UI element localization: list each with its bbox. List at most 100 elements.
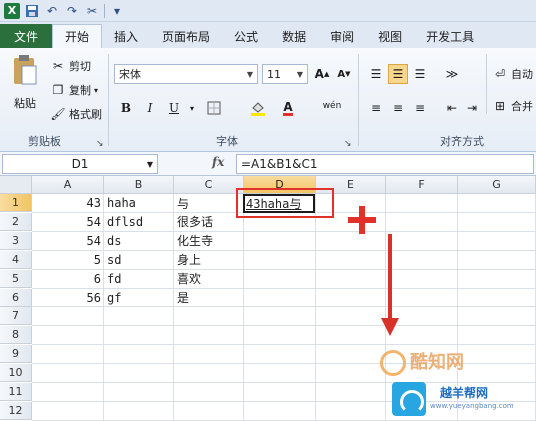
cell-b2[interactable]: dflsd xyxy=(104,213,174,231)
wrap-text-icon: ⏎ xyxy=(494,67,506,81)
row-header-1[interactable]: 1 xyxy=(0,194,32,212)
alignment-group-label: 对齐方式 xyxy=(440,135,484,148)
cell-b3[interactable]: ds xyxy=(104,232,174,250)
cell-c5[interactable]: 喜欢 xyxy=(174,270,244,288)
grid-row-line xyxy=(32,344,536,346)
orientation-icon[interactable]: ≫ xyxy=(442,64,462,84)
paste-button[interactable]: 粘贴 xyxy=(8,54,42,111)
row-header-3[interactable]: 3 xyxy=(0,231,32,250)
cell-b5[interactable]: fd xyxy=(104,270,174,288)
formula-input[interactable]: =A1&B1&C1 xyxy=(236,154,534,174)
column-header-f[interactable]: F xyxy=(386,176,458,194)
name-box[interactable]: D1 ▼ xyxy=(2,154,158,174)
row-header-4[interactable]: 4 xyxy=(0,250,32,269)
row-header-11[interactable]: 11 xyxy=(0,383,32,401)
cell-a4[interactable]: 5 xyxy=(32,251,104,269)
save-icon[interactable] xyxy=(24,3,40,19)
cell-a3[interactable]: 54 xyxy=(32,232,104,250)
borders-icon[interactable] xyxy=(204,98,224,118)
cell-c4[interactable]: 身上 xyxy=(174,251,244,269)
group-separator xyxy=(358,54,359,146)
row-header-5[interactable]: 5 xyxy=(0,269,32,288)
cell-b4[interactable]: sd xyxy=(104,251,174,269)
shrink-font-icon[interactable]: A ▼ xyxy=(334,64,354,84)
cell-c3[interactable]: 化生寺 xyxy=(174,232,244,250)
cell-b1[interactable]: haha xyxy=(104,194,174,212)
select-all-corner[interactable] xyxy=(0,176,32,194)
tab-home[interactable]: 开始 xyxy=(52,24,103,48)
grid-row-line xyxy=(32,325,536,327)
copy-dropdown-icon[interactable]: ▾ xyxy=(94,86,98,95)
font-color-button[interactable]: A xyxy=(278,98,298,118)
row-header-10[interactable]: 10 xyxy=(0,364,32,383)
cell-a6[interactable]: 56 xyxy=(32,289,104,307)
row-header-2[interactable]: 2 xyxy=(0,212,32,231)
increase-indent-icon[interactable]: ⇥ xyxy=(462,98,482,118)
column-header-b[interactable]: B xyxy=(104,176,174,194)
clipboard-dialog-launcher-icon[interactable]: ↘ xyxy=(96,139,104,149)
grow-font-icon[interactable]: A ▲ xyxy=(312,64,332,84)
annotation-red-box xyxy=(236,188,334,218)
row-header-7[interactable]: 7 xyxy=(0,307,32,326)
phonetic-guide-icon[interactable]: wén xyxy=(322,96,342,116)
merge-center-button[interactable]: ⊞ 合并 xyxy=(492,98,533,114)
font-dialog-launcher-icon[interactable]: ↘ xyxy=(344,139,352,149)
name-box-value: D1 xyxy=(71,157,89,171)
align-top-icon[interactable]: ☰ xyxy=(366,64,386,84)
cell-c6[interactable]: 是 xyxy=(174,289,244,307)
row-header-6[interactable]: 6 xyxy=(0,288,32,307)
cell-c2[interactable]: 很多话 xyxy=(174,213,244,231)
tab-page-layout[interactable]: 页面布局 xyxy=(150,24,222,48)
font-name-combo[interactable]: 宋体 ▼ xyxy=(114,64,258,84)
underline-button[interactable]: U xyxy=(164,98,184,118)
row-header-12[interactable]: 12 xyxy=(0,401,32,420)
watermark-brand-1: 酷知网 xyxy=(410,352,464,373)
brush-icon: 🖌 xyxy=(50,107,66,121)
bold-button[interactable]: B xyxy=(116,98,136,118)
insert-function-icon[interactable]: fx xyxy=(212,155,224,169)
align-center-icon[interactable]: ≡ xyxy=(388,98,408,118)
formula-bar: D1 ▼ fx =A1&B1&C1 xyxy=(0,152,536,176)
align-bottom-icon[interactable]: ☰ xyxy=(410,64,430,84)
tab-review[interactable]: 审阅 xyxy=(318,24,366,48)
row-header-9[interactable]: 9 xyxy=(0,345,32,364)
fill-color-icon[interactable] xyxy=(248,98,268,118)
tab-insert[interactable]: 插入 xyxy=(102,24,150,48)
font-size-combo[interactable]: 11 ▼ xyxy=(262,64,308,84)
align-right-icon[interactable]: ≡ xyxy=(410,98,430,118)
column-header-g[interactable]: G xyxy=(458,176,536,194)
format-painter-button[interactable]: 🖌 格式刷 xyxy=(50,106,102,122)
wrap-text-button[interactable]: ⏎ 自动 xyxy=(492,66,533,82)
excel-logo-icon[interactable]: X xyxy=(4,2,20,19)
column-header-a[interactable]: A xyxy=(32,176,104,194)
cell-b6[interactable]: gf xyxy=(104,289,174,307)
tab-view[interactable]: 视图 xyxy=(366,24,414,48)
row-header-8[interactable]: 8 xyxy=(0,326,32,345)
cell-a5[interactable]: 6 xyxy=(32,270,104,288)
quick-access-toolbar: X ↶ ↷ ✂ ▾ xyxy=(0,0,536,22)
tab-data[interactable]: 数据 xyxy=(270,24,318,48)
underline-dropdown-icon[interactable]: ▾ xyxy=(182,98,202,118)
wrap-text-label: 自动 xyxy=(511,68,533,81)
tab-formulas[interactable]: 公式 xyxy=(222,24,270,48)
grid-col-line xyxy=(315,194,316,421)
align-left-icon[interactable]: ≡ xyxy=(366,98,386,118)
copy-button[interactable]: ❐ 复制 ▾ xyxy=(50,82,98,98)
cell-a1[interactable]: 43 xyxy=(32,194,104,212)
undo-icon[interactable]: ↶ xyxy=(44,3,60,19)
tab-file[interactable]: 文件 xyxy=(0,24,52,48)
customize-qat-icon[interactable]: ▾ xyxy=(109,3,125,19)
column-header-c[interactable]: C xyxy=(174,176,244,194)
italic-button[interactable]: I xyxy=(140,98,160,118)
cell-a2[interactable]: 54 xyxy=(32,213,104,231)
cell-c1[interactable]: 与 xyxy=(174,194,244,212)
tab-developer[interactable]: 开发工具 xyxy=(414,24,486,48)
redo-icon[interactable]: ↷ xyxy=(64,3,80,19)
decrease-indent-icon[interactable]: ⇤ xyxy=(442,98,462,118)
group-separator xyxy=(486,54,487,114)
cut-button[interactable]: ✂ 剪切 xyxy=(50,58,91,74)
chevron-down-icon: ▼ xyxy=(246,69,253,79)
align-middle-icon[interactable]: ☰ xyxy=(388,64,408,84)
tools-icon[interactable]: ✂ xyxy=(84,3,100,19)
grid-row-line xyxy=(32,306,536,308)
